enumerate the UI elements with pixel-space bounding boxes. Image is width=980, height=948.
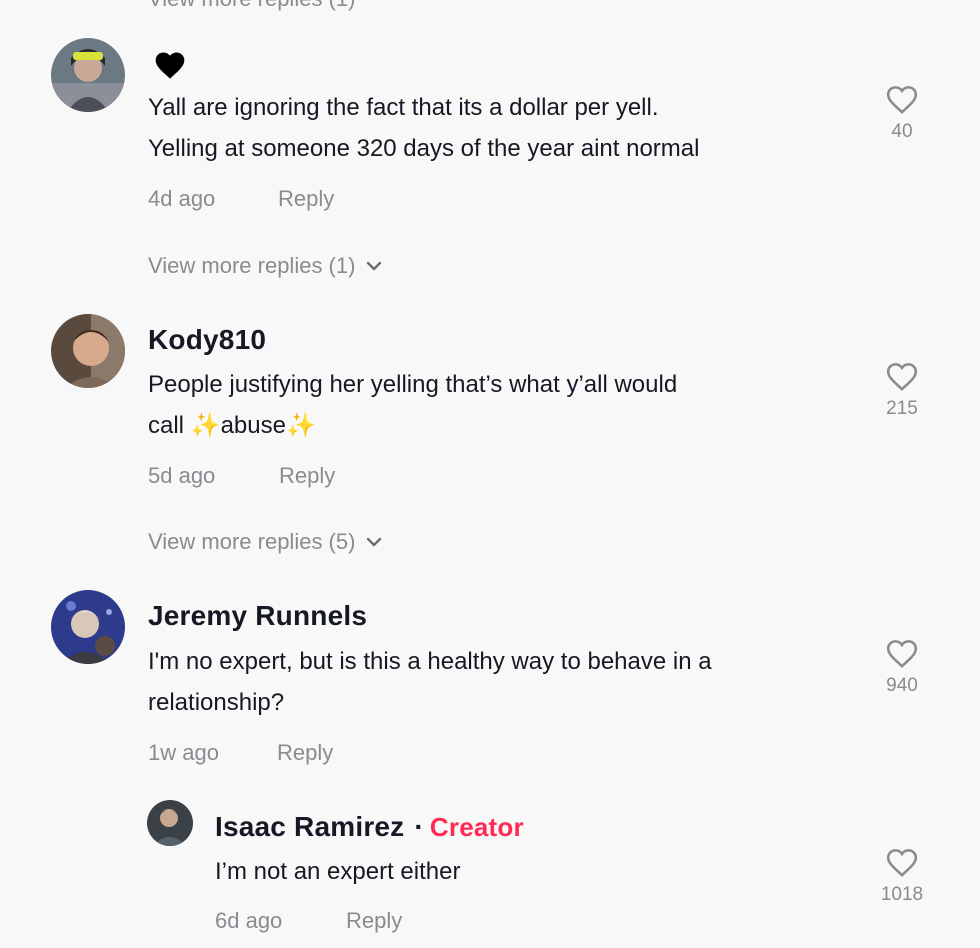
like-button[interactable]: 1018 (872, 847, 932, 906)
like-count: 40 (891, 121, 913, 142)
reply-button[interactable]: Reply (346, 908, 402, 934)
creator-badge: Creator (429, 812, 524, 842)
comment-timestamp: 1w ago (148, 740, 219, 765)
view-more-replies[interactable]: View more replies (1) (148, 253, 383, 279)
comment-text-word: abuse (220, 412, 286, 439)
avatar[interactable] (51, 38, 125, 112)
comment-text-line: Yall are ignoring the fact that its a do… (148, 94, 659, 121)
like-count: 215 (886, 398, 918, 419)
reply-username[interactable]: Isaac Ramirez · Creator (215, 811, 524, 843)
comment-text-start: call (148, 412, 191, 439)
avatar[interactable] (147, 800, 193, 846)
view-more-replies-partial[interactable]: View more replies (1) (148, 0, 355, 12)
view-more-label: View more replies (5) (148, 529, 356, 554)
reply-button[interactable]: Reply (278, 186, 334, 212)
comment-text-line: Yelling at someone 320 days of the year … (148, 135, 700, 162)
heart-outline-icon (886, 849, 918, 877)
avatar[interactable] (51, 314, 125, 388)
like-button[interactable]: 940 (872, 638, 932, 697)
comment-text-line: I'm no expert, but is this a healthy way… (148, 648, 712, 675)
heart-outline-icon (886, 640, 918, 668)
heart-filled-icon (155, 52, 185, 79)
chevron-down-icon (367, 537, 382, 547)
comment-text-line: relationship? (148, 689, 285, 716)
reply-text: I’m not an expert either (215, 858, 461, 885)
separator-dot: · (414, 811, 424, 842)
view-more-label: View more replies (1) (148, 253, 356, 278)
like-count: 940 (886, 675, 918, 696)
like-button[interactable]: 40 (872, 84, 932, 143)
like-button[interactable]: 215 (872, 361, 932, 420)
comment-text-line: call ✨abuse✨ (148, 405, 316, 446)
view-more-replies[interactable]: View more replies (5) (148, 529, 383, 555)
chevron-down-icon (367, 261, 382, 271)
comment-timestamp: 5d ago (148, 463, 216, 488)
reply-username-text: Isaac Ramirez (215, 811, 405, 842)
comment-username[interactable]: Kody810 (148, 324, 266, 356)
sparkles-emoji: ✨ (285, 412, 316, 439)
reply-button[interactable]: Reply (277, 740, 333, 766)
heart-outline-icon (886, 363, 918, 391)
avatar[interactable] (51, 590, 125, 664)
heart-outline-icon (886, 86, 918, 114)
comment-timestamp: 4d ago (148, 186, 216, 211)
sparkles-emoji: ✨ (190, 412, 221, 439)
reply-button[interactable]: Reply (279, 463, 335, 489)
comment-username[interactable]: Jeremy Runnels (148, 600, 367, 632)
reply-timestamp: 6d ago (215, 908, 283, 933)
like-count: 1018 (880, 884, 924, 905)
comment-text-line: People justifying her yelling that’s wha… (148, 371, 678, 398)
